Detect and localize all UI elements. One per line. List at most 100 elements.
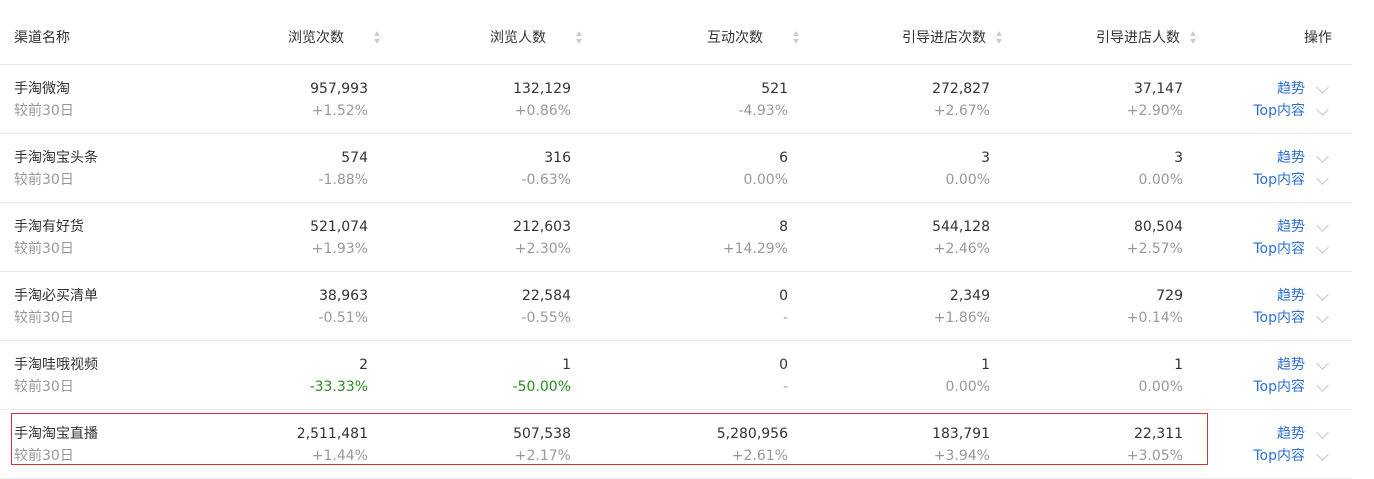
compare-label: 较前30日: [14, 103, 74, 119]
chevron-down-icon[interactable]: [1316, 448, 1329, 461]
header-interactions[interactable]: 互动次数: [707, 28, 763, 48]
value-views: 957,993: [310, 81, 368, 97]
value-visitors: 507,538: [513, 426, 571, 442]
channel-name: 手淘哇哦视频: [14, 357, 98, 373]
change-guide-visitors: +2.57%: [1126, 241, 1183, 257]
chevron-down-icon[interactable]: [1316, 426, 1329, 439]
value-views: 521,074: [310, 219, 368, 235]
header-guide-visitors[interactable]: 引导进店人数: [1096, 28, 1180, 48]
top-content-link[interactable]: Top内容: [1253, 446, 1305, 466]
sort-icon[interactable]: [793, 31, 800, 44]
value-guide-visitors: 37,147: [1134, 81, 1183, 97]
chevron-down-icon[interactable]: [1316, 150, 1329, 163]
change-guide-visitors: +3.05%: [1126, 448, 1183, 464]
table-row: 手淘有好货较前30日 521,074 +1.93% 212,603 +2.30% 8 +14…: [0, 203, 1352, 272]
chevron-down-icon[interactable]: [1316, 310, 1329, 323]
value-interactions: 0: [779, 288, 788, 304]
change-views: +1.52%: [311, 103, 368, 119]
chevron-down-icon[interactable]: [1316, 357, 1329, 370]
top-content-link[interactable]: Top内容: [1253, 101, 1305, 121]
change-views: -0.51%: [318, 310, 368, 326]
chevron-down-icon[interactable]: [1316, 172, 1329, 185]
change-visitors: +0.86%: [514, 103, 571, 119]
compare-label: 较前30日: [14, 448, 74, 464]
channel-name: 手淘有好货: [14, 219, 84, 235]
change-interactions: +14.29%: [722, 241, 788, 257]
trend-link[interactable]: 趋势: [1277, 217, 1305, 237]
change-guide-visits: +1.86%: [933, 310, 990, 326]
value-views: 2,511,481: [296, 426, 368, 442]
sort-icon[interactable]: [996, 31, 1003, 44]
chevron-down-icon[interactable]: [1316, 219, 1329, 232]
value-guide-visits: 272,827: [932, 81, 990, 97]
chevron-down-icon[interactable]: [1316, 379, 1329, 392]
change-views: -33.33%: [309, 379, 368, 395]
change-views: +1.44%: [311, 448, 368, 464]
table-row: 手淘淘宝头条 较前30日 574 -1.88% 316 -0.63% 6 0.00% 3 0.00…: [0, 134, 1352, 203]
change-visitors: +2.17%: [514, 448, 571, 464]
header-views[interactable]: 浏览次数: [288, 28, 344, 48]
channel-name: 手淘微淘: [14, 81, 70, 97]
value-interactions: 0: [779, 357, 788, 373]
sort-icon[interactable]: [374, 31, 381, 44]
trend-link[interactable]: 趋势: [1277, 79, 1305, 99]
change-guide-visitors: +0.14%: [1126, 310, 1183, 326]
chevron-down-icon[interactable]: [1316, 103, 1329, 116]
top-content-link[interactable]: Top内容: [1253, 239, 1305, 259]
trend-link[interactable]: 趋势: [1277, 286, 1305, 306]
value-visitors: 132,129: [513, 81, 571, 97]
compare-label: 较前30日: [14, 172, 74, 188]
table-row: 手淘微淘 较前30日 957,993 +1.52% 132,129 +0.86% 521 -4…: [0, 65, 1352, 134]
change-visitors: -0.55%: [521, 310, 571, 326]
value-interactions: 5,280,956: [716, 426, 788, 442]
change-guide-visits: +3.94%: [933, 448, 990, 464]
compare-label: 较前30日: [14, 379, 74, 395]
compare-label: 较前30日: [14, 241, 74, 257]
table-header: 渠道名称 浏览次数 浏览人数 互动次数 引导进店次数 引导进店人数 操作: [0, 0, 1352, 65]
value-views: 574: [341, 150, 368, 166]
header-guide-visits[interactable]: 引导进店次数: [902, 28, 986, 48]
value-guide-visits: 1: [981, 357, 990, 373]
table-row: 手淘淘宝直播 较前30日 2,511,481 +1.44% 507,538 +2.17% 5…: [0, 410, 1352, 479]
change-guide-visits: +2.67%: [933, 103, 990, 119]
value-visitors: 212,603: [513, 219, 571, 235]
channel-name: 手淘必买清单: [14, 288, 98, 304]
trend-link[interactable]: 趋势: [1277, 148, 1305, 168]
compare-label: 较前30日: [14, 310, 74, 326]
channel-name: 手淘淘宝直播: [14, 426, 98, 442]
top-content-link[interactable]: Top内容: [1253, 377, 1305, 397]
sort-icon[interactable]: [1190, 31, 1197, 44]
change-guide-visits: 0.00%: [945, 172, 990, 188]
value-guide-visitors: 22,311: [1134, 426, 1183, 442]
change-visitors: -50.00%: [512, 379, 571, 395]
value-visitors: 22,584: [522, 288, 571, 304]
value-guide-visits: 544,128: [932, 219, 990, 235]
change-interactions: -4.93%: [738, 103, 788, 119]
header-visitors[interactable]: 浏览人数: [490, 28, 546, 48]
value-visitors: 1: [562, 357, 571, 373]
value-guide-visits: 183,791: [932, 426, 990, 442]
chevron-down-icon[interactable]: [1316, 288, 1329, 301]
header-channel-name: 渠道名称: [14, 30, 70, 46]
top-content-link[interactable]: Top内容: [1253, 170, 1305, 190]
change-views: +1.93%: [311, 241, 368, 257]
change-guide-visitors: 0.00%: [1138, 172, 1183, 188]
sort-icon[interactable]: [576, 31, 583, 44]
trend-link[interactable]: 趋势: [1277, 355, 1305, 375]
change-guide-visitors: +2.90%: [1126, 103, 1183, 119]
top-content-link[interactable]: Top内容: [1253, 308, 1305, 328]
change-visitors: -0.63%: [521, 172, 571, 188]
change-visitors: +2.30%: [514, 241, 571, 257]
value-interactions: 8: [779, 219, 788, 235]
chevron-down-icon[interactable]: [1316, 81, 1329, 94]
change-views: -1.88%: [318, 172, 368, 188]
value-guide-visitors: 1: [1174, 357, 1183, 373]
value-guide-visitors: 729: [1156, 288, 1183, 304]
table-row: 手淘必买清单 较前30日 38,963 -0.51% 22,584 -0.55% 0 - 2,3…: [0, 272, 1352, 341]
chevron-down-icon[interactable]: [1316, 241, 1329, 254]
trend-link[interactable]: 趋势: [1277, 424, 1305, 444]
change-guide-visits: +2.46%: [933, 241, 990, 257]
value-guide-visits: 3: [981, 150, 990, 166]
value-views: 38,963: [319, 288, 368, 304]
value-views: 2: [359, 357, 368, 373]
